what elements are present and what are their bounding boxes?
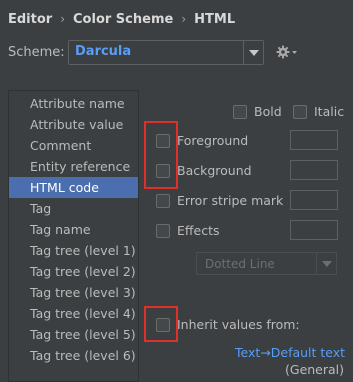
chevron-down-icon xyxy=(249,50,259,56)
scheme-label: Scheme: xyxy=(8,45,65,60)
list-item-label: Tag tree (level 1) xyxy=(30,243,136,258)
effects-color-swatch[interactable] xyxy=(290,220,338,240)
color-scheme-settings-page: Editor › Color Scheme › HTML Scheme: Dar… xyxy=(0,0,353,382)
breadcrumb-separator: › xyxy=(181,12,187,26)
background-color-swatch[interactable] xyxy=(290,160,338,180)
list-item-tag-tree-level-1[interactable]: Tag tree (level 1) xyxy=(9,240,138,261)
breadcrumb: Editor › Color Scheme › HTML xyxy=(8,10,235,28)
list-item-label: Entity reference xyxy=(30,159,131,174)
list-item-label: Tag tree (level 3) xyxy=(30,285,136,300)
attribute-list[interactable]: Attribute name Attribute value Comment E… xyxy=(8,90,139,382)
effects-checkbox[interactable] xyxy=(156,224,170,238)
scheme-dropdown-toggle[interactable] xyxy=(243,41,263,64)
inherit-scope-label: (General) xyxy=(285,362,345,377)
breadcrumb-editor[interactable]: Editor xyxy=(8,12,52,27)
italic-label: Italic xyxy=(314,104,345,119)
error-stripe-checkbox[interactable] xyxy=(156,194,170,208)
bold-checkbox[interactable] xyxy=(233,105,247,119)
list-item-entity-reference[interactable]: Entity reference xyxy=(9,156,138,177)
list-item-tag-tree-level-6[interactable]: Tag tree (level 6) xyxy=(9,345,138,366)
list-item-attribute-name[interactable]: Attribute name xyxy=(9,93,138,114)
list-item-label: Tag xyxy=(30,201,52,216)
list-item-label: Tag tree (level 5) xyxy=(30,327,136,342)
list-item-label: Attribute name xyxy=(30,96,125,111)
list-item-html-code[interactable]: HTML code xyxy=(9,177,138,198)
list-item-tag-name[interactable]: Tag name xyxy=(9,219,138,240)
error-stripe-label: Error stripe mark xyxy=(177,193,284,208)
list-item-comment[interactable]: Comment xyxy=(9,135,138,156)
foreground-label: Foreground xyxy=(177,133,249,148)
list-item-label: Tag tree (level 2) xyxy=(30,264,136,279)
highlight-box-foreground-background xyxy=(144,121,178,189)
effect-type-dropdown[interactable]: Dotted Line xyxy=(196,252,337,275)
scheme-dropdown[interactable]: Darcula xyxy=(68,40,264,65)
list-item-attribute-value[interactable]: Attribute value xyxy=(9,114,138,135)
foreground-color-swatch[interactable] xyxy=(290,130,338,150)
gear-icon[interactable] xyxy=(275,43,299,61)
effect-type-value: Dotted Line xyxy=(205,257,275,271)
bold-label: Bold xyxy=(254,104,282,119)
italic-checkbox[interactable] xyxy=(293,105,307,119)
breadcrumb-html: HTML xyxy=(194,11,236,27)
effect-type-dropdown-toggle[interactable] xyxy=(316,253,336,274)
list-item-label: Tag tree (level 4) xyxy=(30,306,136,321)
effects-label: Effects xyxy=(177,223,220,238)
highlight-box-inherit xyxy=(144,306,178,342)
inherit-label: Inherit values from: xyxy=(177,317,300,332)
error-stripe-color-swatch[interactable] xyxy=(290,190,338,210)
list-item-tag-tree-level-2[interactable]: Tag tree (level 2) xyxy=(9,261,138,282)
list-item-label: HTML code xyxy=(30,180,99,195)
scheme-dropdown-value: Darcula xyxy=(75,44,132,59)
list-item-label: Comment xyxy=(30,138,92,153)
list-item-tag-tree-level-4[interactable]: Tag tree (level 4) xyxy=(9,303,138,324)
breadcrumb-separator: › xyxy=(60,12,66,26)
breadcrumb-color-scheme[interactable]: Color Scheme xyxy=(73,12,173,27)
list-item-label: Attribute value xyxy=(30,117,124,132)
chevron-down-icon xyxy=(322,261,332,267)
inherit-source-link[interactable]: Text→Default text xyxy=(235,345,345,360)
list-item-tag[interactable]: Tag xyxy=(9,198,138,219)
list-item-label: Tag tree (level 6) xyxy=(30,348,136,363)
list-item-tag-tree-level-5[interactable]: Tag tree (level 5) xyxy=(9,324,138,345)
list-item-tag-tree-level-3[interactable]: Tag tree (level 3) xyxy=(9,282,138,303)
list-item-label: Tag name xyxy=(30,222,91,237)
background-label: Background xyxy=(177,163,252,178)
